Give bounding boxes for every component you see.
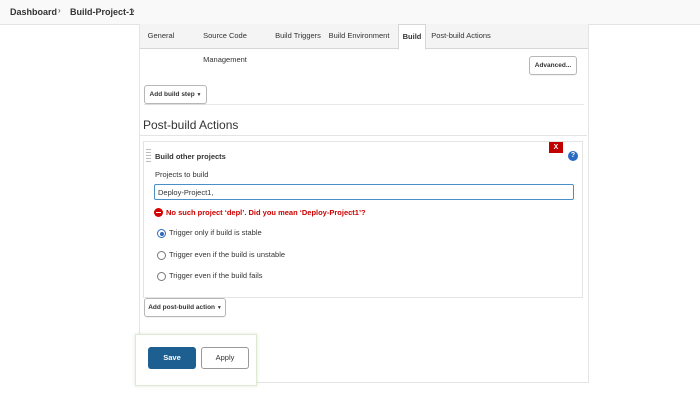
- add-post-build-action-button[interactable]: Add post-build action ▼: [144, 298, 226, 317]
- config-tabs: General Source Code Management Build Tri…: [140, 24, 588, 64]
- projects-to-build-input[interactable]: Deploy-Project1,: [154, 184, 574, 200]
- radio-trigger-unstable[interactable]: [157, 251, 166, 260]
- tab-general[interactable]: General: [144, 24, 178, 48]
- delete-step-button[interactable]: X: [549, 142, 563, 153]
- breadcrumb-project[interactable]: Build-Project-1: [70, 7, 134, 17]
- tab-build-triggers[interactable]: Build Triggers: [274, 24, 322, 48]
- block-title: Build other projects: [155, 152, 226, 161]
- build-other-projects-block: X ? Build other projects Projects to bui…: [143, 141, 583, 298]
- help-icon[interactable]: ?: [568, 151, 578, 161]
- tab-build-environment[interactable]: Build Environment: [328, 24, 390, 48]
- drag-handle-icon[interactable]: [146, 149, 151, 163]
- radio-label-unstable: Trigger even if the build is unstable: [169, 250, 286, 259]
- radio-trigger-fails[interactable]: [157, 272, 166, 281]
- add-build-step-button[interactable]: Add build step ▼: [144, 85, 207, 104]
- form-actions-bar: Save Apply: [135, 334, 257, 386]
- projects-to-build-label: Projects to build: [155, 170, 209, 179]
- add-build-step-label: Add build step: [149, 91, 195, 98]
- caret-down-icon: ▼: [196, 92, 202, 98]
- breadcrumb-dashboard[interactable]: Dashboard: [10, 7, 57, 17]
- apply-button[interactable]: Apply: [201, 347, 249, 369]
- radio-trigger-stable[interactable]: [157, 229, 166, 238]
- error-message: No such project ‘depl’. Did you mean ‘De…: [166, 208, 366, 217]
- breadcrumb-separator[interactable]: ›: [132, 6, 135, 15]
- caret-down-icon: ▼: [216, 305, 222, 311]
- advanced-button[interactable]: Advanced...: [529, 56, 577, 75]
- radio-label-stable: Trigger only if build is stable: [169, 228, 262, 237]
- breadcrumb: Dashboard › Build-Project-1 ›: [0, 0, 700, 25]
- add-post-build-action-label: Add post-build action: [148, 304, 216, 311]
- tab-build[interactable]: Build: [398, 24, 426, 50]
- tab-post-build-actions[interactable]: Post-build Actions: [430, 24, 492, 48]
- section-title-post-build-actions: Post-build Actions: [143, 118, 239, 132]
- build-section: Advanced...: [144, 48, 584, 105]
- error-icon: [154, 208, 163, 217]
- save-button[interactable]: Save: [148, 347, 196, 369]
- tab-source-code-management[interactable]: Source Code Management: [182, 24, 268, 64]
- breadcrumb-separator: ›: [58, 6, 61, 15]
- section-divider: [139, 135, 587, 136]
- radio-label-fails: Trigger even if the build fails: [169, 271, 263, 280]
